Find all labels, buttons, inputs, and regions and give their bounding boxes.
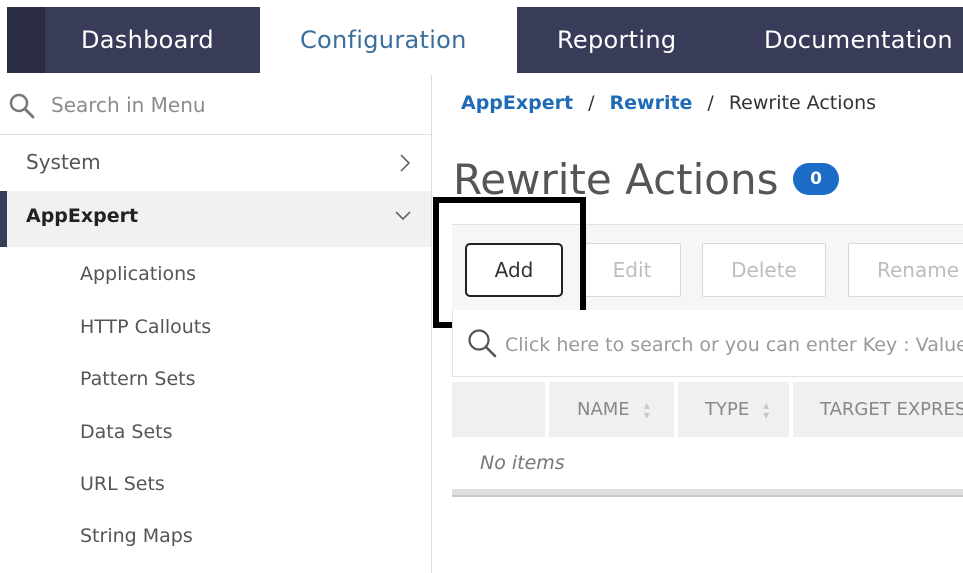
sidebar: Search in Menu System AppExpert Applicat… bbox=[0, 75, 432, 573]
grid-search-bar[interactable]: Click here to search or you can enter Ke… bbox=[452, 310, 963, 377]
sort-icon: ▴ ▾ bbox=[643, 397, 650, 422]
menu-search-placeholder: Search in Menu bbox=[51, 93, 206, 117]
count-badge: 0 bbox=[793, 163, 839, 195]
sidebar-subitem-pattern-sets[interactable]: Pattern Sets bbox=[80, 368, 196, 390]
column-header-target-expression[interactable]: TARGET EXPRES bbox=[793, 382, 963, 437]
tab-configuration[interactable]: Configuration bbox=[260, 7, 517, 73]
breadcrumb-separator: / bbox=[707, 92, 714, 114]
sidebar-subitem-applications[interactable]: Applications bbox=[80, 263, 196, 285]
breadcrumb: AppExpert / Rewrite / Rewrite Actions bbox=[461, 92, 876, 114]
column-header-type[interactable]: TYPE ▴ ▾ bbox=[678, 382, 789, 437]
top-navigation: Dashboard Configuration Reporting Docume… bbox=[0, 0, 963, 75]
sort-icon: ▴ ▾ bbox=[763, 397, 770, 422]
select-column-header[interactable] bbox=[452, 382, 545, 437]
sidebar-item-label: System bbox=[26, 150, 101, 174]
delete-button[interactable]: Delete bbox=[702, 243, 826, 297]
sidebar-subitem-data-sets[interactable]: Data Sets bbox=[80, 421, 173, 443]
nav-left-strip bbox=[7, 7, 45, 73]
search-icon bbox=[9, 93, 35, 119]
search-icon bbox=[468, 329, 497, 358]
sidebar-subitem-string-maps[interactable]: String Maps bbox=[80, 525, 193, 547]
empty-table-message: No items bbox=[480, 452, 565, 474]
breadcrumb-link-appexpert[interactable]: AppExpert bbox=[461, 92, 573, 114]
main-content: AppExpert / Rewrite / Rewrite Actions Rewrit… bbox=[433, 75, 963, 573]
sidebar-subitem-url-sets[interactable]: URL Sets bbox=[80, 473, 165, 495]
tab-reporting-label: Reporting bbox=[557, 26, 677, 54]
sidebar-item-system[interactable]: System bbox=[0, 136, 431, 192]
sidebar-item-label: AppExpert bbox=[26, 205, 139, 227]
chevron-right-icon bbox=[400, 154, 411, 172]
breadcrumb-separator: / bbox=[588, 92, 595, 114]
breadcrumb-link-rewrite[interactable]: Rewrite bbox=[610, 92, 693, 114]
edit-button[interactable]: Edit bbox=[583, 243, 681, 297]
column-header-name[interactable]: NAME ▴ ▾ bbox=[549, 382, 674, 437]
sidebar-item-appexpert[interactable]: AppExpert bbox=[0, 191, 431, 247]
tab-dashboard-label: Dashboard bbox=[81, 26, 214, 54]
tab-reporting[interactable]: Reporting bbox=[517, 7, 720, 73]
column-header-label: TARGET EXPRES bbox=[820, 399, 963, 420]
sidebar-subitem-http-callouts[interactable]: HTTP Callouts bbox=[80, 316, 211, 338]
grid-search-placeholder: Click here to search or you can enter Ke… bbox=[505, 334, 963, 356]
column-header-label: NAME bbox=[577, 399, 630, 420]
breadcrumb-current: Rewrite Actions bbox=[728, 92, 877, 114]
table-header: NAME ▴ ▾ TYPE ▴ ▾ TARGET EXPRES bbox=[452, 382, 963, 437]
menu-search[interactable]: Search in Menu bbox=[0, 75, 431, 135]
tab-configuration-label: Configuration bbox=[300, 26, 467, 54]
column-header-label: TYPE bbox=[705, 399, 750, 420]
tab-dashboard[interactable]: Dashboard bbox=[45, 7, 260, 73]
table-bottom-border bbox=[452, 489, 963, 497]
tab-documentation-label: Documentation bbox=[764, 26, 953, 54]
chevron-down-icon bbox=[395, 211, 411, 221]
tab-documentation[interactable]: Documentation bbox=[720, 7, 963, 73]
add-button-highlight bbox=[433, 197, 586, 328]
rename-button[interactable]: Rename bbox=[848, 243, 963, 297]
